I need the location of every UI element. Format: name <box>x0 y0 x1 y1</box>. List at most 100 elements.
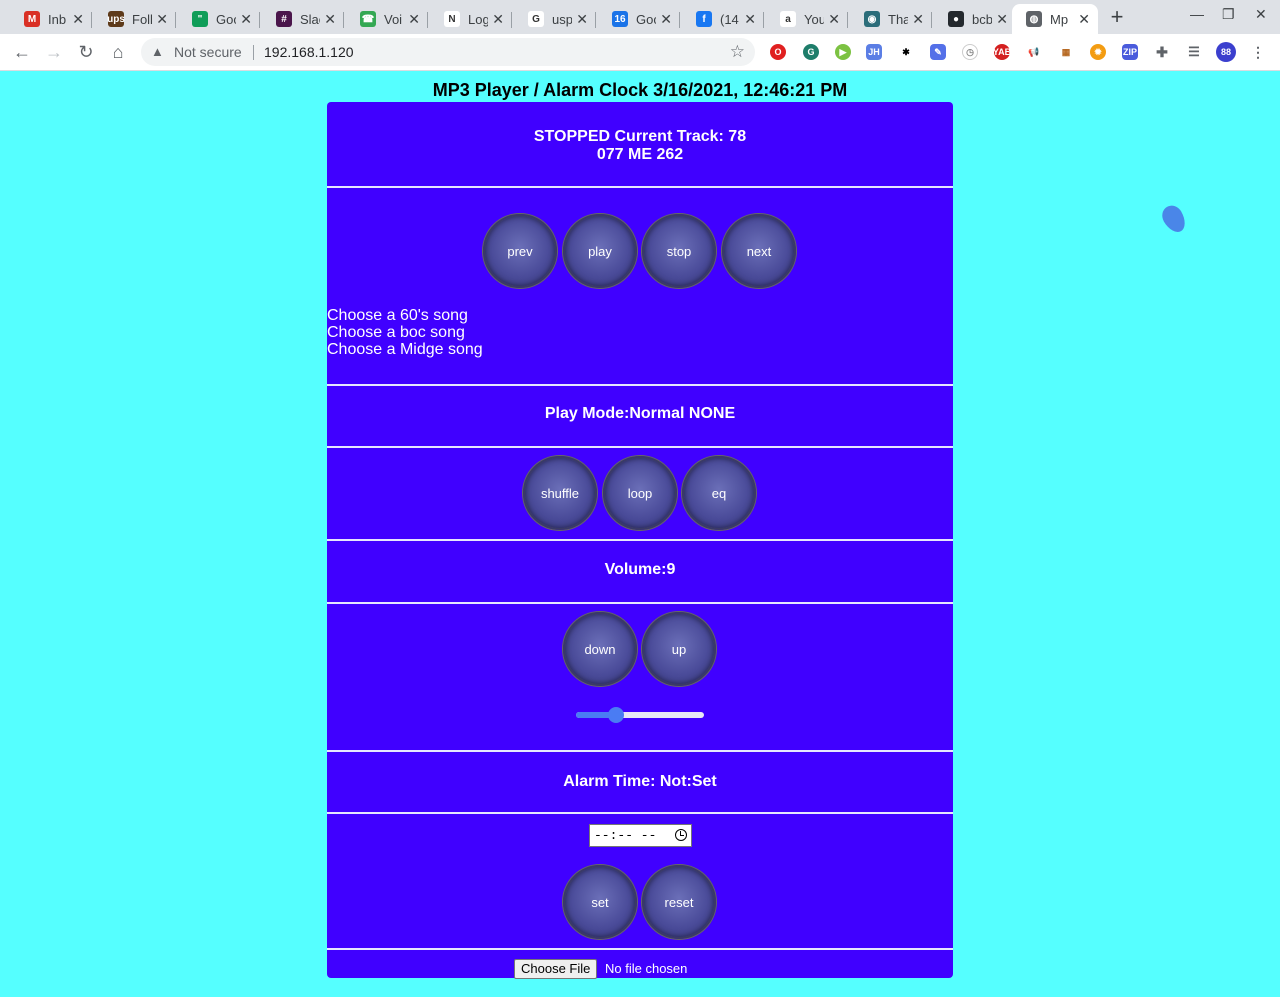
sun-extension-icon[interactable]: ✹ <box>1090 44 1106 60</box>
song-select-60s[interactable]: Choose a 60's song <box>327 307 468 325</box>
close-window-icon[interactable]: ✕ <box>1255 6 1267 23</box>
home-icon[interactable]: ⌂ <box>106 41 130 65</box>
track-name: 077 ME 262 <box>596 146 684 163</box>
volume-down-button[interactable]: down <box>563 612 637 686</box>
tab-title: usp <box>552 11 572 27</box>
ups-icon: ups <box>107 11 125 27</box>
alarm-reset-button[interactable]: reset <box>642 865 716 939</box>
browser-tab[interactable]: " Goo✕ <box>178 4 260 34</box>
tab-close-icon[interactable]: ✕ <box>660 11 672 27</box>
opera-extension-icon[interactable]: O <box>770 44 786 60</box>
profile-avatar-icon[interactable]: 88 <box>1216 42 1236 62</box>
browser-tab[interactable]: # Slac✕ <box>262 4 344 34</box>
shuffle-button[interactable]: shuffle <box>523 456 597 530</box>
loop-button[interactable]: loop <box>603 456 677 530</box>
browser-tab[interactable]: f (14 ✕ <box>682 4 764 34</box>
forward-icon[interactable]: → <box>42 41 66 65</box>
jh-extension-icon[interactable]: JH <box>866 44 882 60</box>
transport-section: prev play stop next Choose a 60's song C… <box>327 188 953 386</box>
tab-close-icon[interactable]: ✕ <box>72 11 84 27</box>
restore-icon[interactable]: ❐ <box>1222 6 1235 23</box>
tab-title: Log <box>468 11 488 27</box>
tab-close-icon[interactable]: ✕ <box>408 11 420 27</box>
volume-up-button[interactable]: up <box>642 612 716 686</box>
song-select-boc[interactable]: Choose a boc song <box>327 324 465 342</box>
app-icon: ◉ <box>864 11 880 27</box>
next-button[interactable]: next <box>722 214 796 288</box>
tab-close-icon[interactable]: ✕ <box>576 11 588 27</box>
tab-close-icon[interactable]: ✕ <box>1078 11 1090 27</box>
prev-button[interactable]: prev <box>483 214 557 288</box>
play-extension-icon[interactable]: ▶ <box>835 44 851 60</box>
stop-button[interactable]: stop <box>642 214 716 288</box>
volume-label: Volume:9 <box>604 561 676 578</box>
tab-title: (14 <box>720 11 739 27</box>
tab-close-icon[interactable]: ✕ <box>324 11 336 27</box>
tab-separator <box>763 12 764 28</box>
tab-close-icon[interactable]: ✕ <box>828 11 840 27</box>
alarm-time-label: Alarm Time: Not:Set <box>563 773 717 790</box>
edit-extension-icon[interactable]: ✎ <box>930 44 946 60</box>
tab-separator <box>343 12 344 28</box>
mode-buttons-section: shuffle loop eq <box>327 448 953 541</box>
browser-tab[interactable]: ◍ Mp ✕ <box>1012 4 1098 34</box>
back-icon[interactable]: ← <box>10 41 34 65</box>
tab-title: Voi <box>384 11 403 27</box>
clock-extension-icon[interactable]: ◷ <box>962 44 978 60</box>
paw-extension-icon[interactable]: ✱ <box>898 44 914 60</box>
slack-icon: # <box>276 11 292 27</box>
media-queue-icon[interactable]: ☰ <box>1186 44 1202 60</box>
eq-button[interactable]: eq <box>682 456 756 530</box>
status-line: STOPPED Current Track: 78 <box>533 128 747 145</box>
zip-extension-icon[interactable]: ZIP <box>1122 44 1138 60</box>
tab-close-icon[interactable]: ✕ <box>996 11 1008 27</box>
clock-icon[interactable] <box>675 829 687 841</box>
browser-tab[interactable]: ☎ Voi ✕ <box>346 4 428 34</box>
alarm-set-button[interactable]: set <box>563 865 637 939</box>
alarm-section: Alarm Time: Not:Set <box>327 752 953 814</box>
browser-tab[interactable]: M Inb ✕ <box>10 4 92 34</box>
tab-close-icon[interactable]: ✕ <box>744 11 756 27</box>
warning-icon: ▲ <box>151 44 164 59</box>
grammarly-extension-icon[interactable]: G <box>803 44 819 60</box>
tab-separator <box>595 12 596 28</box>
browser-tab[interactable]: N Log ✕ <box>430 4 512 34</box>
minimize-icon[interactable]: — <box>1190 6 1204 22</box>
tab-title: Inb <box>48 11 67 27</box>
tab-close-icon[interactable]: ✕ <box>492 11 504 27</box>
browser-tab[interactable]: ● bcb ✕ <box>934 4 1016 34</box>
yab-extension-icon[interactable]: YAB <box>993 44 1011 60</box>
browser-tab[interactable]: 16 Goo✕ <box>598 4 680 34</box>
megaphone-extension-icon[interactable]: 📢 <box>1026 44 1042 60</box>
google-icon: G <box>528 11 544 27</box>
cookie-extension-icon[interactable]: ▦ <box>1058 44 1074 60</box>
browser-tab[interactable]: ups Foll ✕ <box>94 4 176 34</box>
security-label: Not secure <box>174 44 242 60</box>
puzzle-extensions-icon[interactable]: ✚ <box>1154 44 1170 60</box>
tab-separator <box>679 12 680 28</box>
address-bar[interactable]: ▲ Not secure 192.168.1.120 ☆ <box>141 38 755 66</box>
tab-title: Slac <box>300 11 320 27</box>
tab-separator <box>427 12 428 28</box>
browser-tab[interactable]: ◉ Tha ✕ <box>850 4 932 34</box>
new-tab-button[interactable]: + <box>1104 5 1130 31</box>
reload-icon[interactable]: ↻ <box>74 41 98 65</box>
choose-file-button[interactable]: Choose File <box>514 959 598 979</box>
bookmark-star-icon[interactable]: ☆ <box>730 42 745 62</box>
alarm-time-input[interactable]: --:-- -- <box>589 824 692 847</box>
calendar-icon: 16 <box>612 11 628 27</box>
tab-close-icon[interactable]: ✕ <box>156 11 168 27</box>
gmail-icon: M <box>24 11 40 27</box>
tab-close-icon[interactable]: ✕ <box>912 11 924 27</box>
song-select-midge[interactable]: Choose a Midge song <box>327 341 483 359</box>
browser-tab[interactable]: Gusp ✕ <box>514 4 596 34</box>
volume-slider-thumb[interactable] <box>607 707 624 723</box>
tab-title: Goo <box>636 11 656 27</box>
tab-title: Foll <box>132 11 152 27</box>
tab-close-icon[interactable]: ✕ <box>240 11 252 27</box>
browser-tab[interactable]: a You ✕ <box>766 4 848 34</box>
menu-kebab-icon[interactable]: ⋮ <box>1250 44 1266 60</box>
play-button[interactable]: play <box>563 214 637 288</box>
file-status: No file chosen <box>605 961 688 976</box>
volume-slider[interactable] <box>576 707 704 723</box>
